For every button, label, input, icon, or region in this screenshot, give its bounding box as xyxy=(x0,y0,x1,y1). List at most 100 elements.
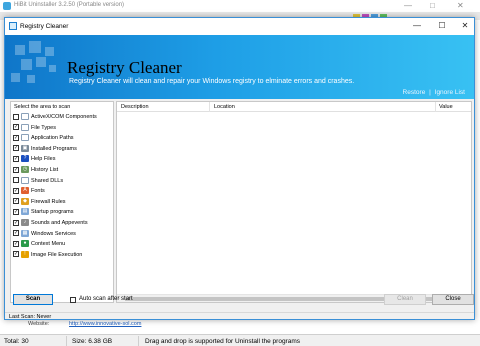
scan-area-panel: Select the area to scan ActiveX/COM Comp… xyxy=(10,101,114,303)
services-icon: ▦ xyxy=(21,229,29,237)
background-minimize-button[interactable]: — xyxy=(404,1,412,11)
banner-decoration-tile xyxy=(27,75,35,83)
status-total: Total: 30 xyxy=(4,338,29,345)
column-location[interactable]: Location xyxy=(214,104,235,110)
status-size: Size: 6.38 GB xyxy=(72,338,113,345)
scan-area-checkbox[interactable]: ✓ xyxy=(13,230,19,237)
auto-scan-checkbox[interactable] xyxy=(70,296,76,303)
scan-area-label: File Types xyxy=(31,124,56,131)
status-divider xyxy=(66,336,67,346)
scan-area-item[interactable]: ✓! Image File Execution xyxy=(13,250,113,260)
dialog-titlebar[interactable]: Registry Cleaner — ☐ ✕ xyxy=(5,18,474,35)
scan-area-label: Windows Services xyxy=(31,230,76,237)
app-icon xyxy=(3,2,11,10)
scan-area-item[interactable]: Shared DLLs xyxy=(13,176,113,186)
scan-area-checkbox[interactable]: ✓ xyxy=(13,251,19,258)
dialog-status-bar: Last Scan: Never xyxy=(5,312,474,320)
scan-area-label: ActiveX/COM Components xyxy=(31,114,97,120)
scan-area-item[interactable]: ✓ ◷ History List xyxy=(13,165,113,175)
scan-area-item[interactable]: ActiveX/COM Components xyxy=(13,112,113,122)
dialog-banner: Registry Cleaner Registry Cleaner will c… xyxy=(5,35,474,99)
website-label: Website: xyxy=(28,321,50,327)
dialog-maximize-button[interactable]: ☐ xyxy=(435,20,449,32)
scan-area-checkbox[interactable]: ✓ xyxy=(13,155,19,162)
box-icon: ▣ xyxy=(21,144,29,152)
restore-link[interactable]: Restore xyxy=(403,89,426,96)
scan-area-item[interactable]: ✓ File Types xyxy=(13,123,113,133)
auto-scan-label: Auto scan after start xyxy=(79,296,133,302)
scan-area-checkbox[interactable]: ✓ xyxy=(13,187,19,194)
status-divider xyxy=(138,336,139,346)
banner-decoration-tile xyxy=(36,57,46,67)
close-button[interactable]: Close xyxy=(432,294,474,305)
background-maximize-button[interactable]: □ xyxy=(430,1,435,11)
scan-area-label: History List xyxy=(31,167,59,173)
scan-area-checkbox[interactable]: ✓ xyxy=(13,166,19,173)
background-window-title: HiBit Uninstaller 3.2.50 (Portable versi… xyxy=(14,2,125,8)
column-value[interactable]: Value xyxy=(439,104,453,110)
banner-decoration-tile xyxy=(49,65,56,72)
scan-area-item[interactable]: ✓ ◆ Firewall Rules xyxy=(13,197,113,207)
background-close-button[interactable]: ✕ xyxy=(457,1,464,11)
banner-decoration-tile xyxy=(11,73,20,82)
scan-area-label: Shared DLLs xyxy=(31,177,64,184)
sound-icon: ♪ xyxy=(21,219,29,226)
column-description[interactable]: Description xyxy=(121,104,149,110)
font-icon: A xyxy=(21,187,29,195)
globe-icon: ● xyxy=(21,240,29,248)
scan-area-checkbox[interactable]: ✓ xyxy=(13,219,19,226)
scan-area-checkbox[interactable]: ✓ xyxy=(13,145,19,152)
ignore-list-link[interactable]: Ignore List xyxy=(435,89,465,96)
scan-area-checkbox[interactable]: ✓ xyxy=(13,208,19,215)
scan-area-item[interactable]: ✓ ▣ Installed Programs xyxy=(13,144,113,154)
scan-area-checkbox[interactable] xyxy=(13,113,19,120)
website-row: Website: http://www.innovative-sol.com xyxy=(0,320,480,334)
scan-area-label: Startup programs xyxy=(31,209,74,216)
banner-decoration-tile xyxy=(21,59,32,70)
component-icon xyxy=(21,113,29,120)
background-titlebar: HiBit Uninstaller 3.2.50 (Portable versi… xyxy=(0,0,480,12)
scan-area-checkbox[interactable] xyxy=(13,177,19,184)
scan-area-item[interactable]: ✓ ▦ Windows Services xyxy=(13,229,113,239)
dialog-close-button[interactable]: ✕ xyxy=(458,20,472,32)
scan-area-item[interactable]: ✓ ♪ Sounds and Appevents xyxy=(13,218,113,228)
scan-area-header: Select the area to scan xyxy=(14,104,71,110)
scan-area-label: Application Paths xyxy=(31,135,74,142)
scan-area-label: Context Menu xyxy=(31,241,66,248)
clean-button[interactable]: Clean xyxy=(384,294,426,305)
status-bar: Total: 30 Size: 6.38 GB Drag and drop is… xyxy=(0,334,480,346)
column-divider[interactable] xyxy=(209,102,210,112)
warning-icon: ! xyxy=(21,250,29,258)
scan-area-label: Image File Execution xyxy=(31,251,83,258)
scan-area-label: Firewall Rules xyxy=(31,198,66,205)
scan-button[interactable]: Scan xyxy=(13,294,53,305)
website-link[interactable]: http://www.innovative-sol.com xyxy=(69,321,141,327)
scan-area-checkbox[interactable]: ✓ xyxy=(13,124,19,131)
scan-area-item[interactable]: ✓? Help Files xyxy=(13,154,113,164)
banner-links: Restore | Ignore List xyxy=(403,89,465,96)
scan-area-item[interactable]: ✓ ● Context Menu xyxy=(13,239,113,249)
scan-area-checkbox[interactable]: ✓ xyxy=(13,134,19,141)
results-table: Description Location Value ‹ › xyxy=(116,101,472,303)
scan-area-item[interactable]: ✓ A Fonts xyxy=(13,186,113,196)
scan-area-label: Installed Programs xyxy=(31,145,77,152)
scan-area-checkbox[interactable]: ✓ xyxy=(13,240,19,247)
scan-area-item[interactable]: ✓ Application Paths xyxy=(13,133,113,143)
help-icon: ? xyxy=(21,155,29,163)
status-hint: Drag and drop is supported for Uninstall… xyxy=(145,338,300,345)
scan-area-item[interactable]: ✓ ▤ Startup programs xyxy=(13,207,113,217)
scan-area-checkbox[interactable]: ✓ xyxy=(13,198,19,205)
banner-title: Registry Cleaner xyxy=(67,58,182,77)
scan-area-label: Help Files xyxy=(31,156,56,163)
scan-area-label: Fonts xyxy=(31,188,45,195)
dialog-minimize-button[interactable]: — xyxy=(410,20,424,32)
registry-cleaner-dialog: Registry Cleaner — ☐ ✕ Registry Cleaner … xyxy=(4,17,475,320)
column-divider[interactable] xyxy=(435,102,436,112)
banner-decoration-tile xyxy=(45,47,54,56)
results-header: Description Location Value xyxy=(117,102,471,112)
banner-decoration-tile xyxy=(15,45,25,55)
shield-icon: ◆ xyxy=(21,197,29,205)
last-scan-status: Last Scan: Never xyxy=(9,314,52,320)
dialog-title: Registry Cleaner xyxy=(20,23,69,30)
registry-cleaner-icon xyxy=(9,22,17,30)
